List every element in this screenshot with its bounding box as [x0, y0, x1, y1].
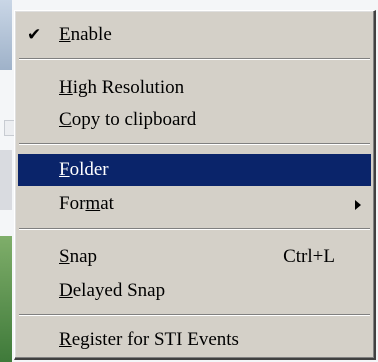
- menu-item-register-for-sti-events[interactable]: Register for STI Events: [18, 324, 371, 356]
- menu-item-label: Snap: [59, 246, 98, 267]
- menu-item-shortcut: Ctrl+L: [283, 246, 335, 267]
- background-wallpaper: [0, 236, 12, 362]
- menu-item-label: Register for STI Events: [59, 329, 239, 350]
- menu-separator: [19, 314, 370, 316]
- menu-item-label: Folder: [59, 159, 109, 180]
- menu-item-copy-to-clipboard[interactable]: Copy to clipboard: [18, 104, 371, 136]
- menu-item-snap[interactable]: Snap Ctrl+L: [18, 241, 371, 273]
- background-window-edge: [0, 150, 12, 210]
- menu-item-high-resolution[interactable]: High Resolution: [18, 72, 371, 104]
- menu-item-folder[interactable]: Folder: [18, 154, 371, 186]
- menu-item-label: High Resolution: [59, 77, 185, 98]
- menu-separator: [19, 143, 370, 145]
- menu-item-label: Copy to clipboard: [59, 109, 197, 130]
- menu-item-label: Format: [59, 193, 114, 214]
- desktop-background: ✔ Enable High Resolution Copy to clipboa…: [0, 0, 378, 362]
- menu-item-label: Delayed Snap: [59, 280, 166, 301]
- context-menu: ✔ Enable High Resolution Copy to clipboa…: [14, 10, 376, 360]
- menu-item-format[interactable]: Format: [18, 188, 371, 220]
- menu-separator: [19, 228, 370, 230]
- submenu-arrow-icon: [355, 200, 361, 210]
- checkmark-icon: ✔: [27, 25, 42, 45]
- menu-separator: [19, 58, 370, 60]
- menu-item-enable[interactable]: ✔ Enable: [18, 19, 371, 51]
- menu-item-delayed-snap[interactable]: Delayed Snap: [18, 275, 371, 307]
- menu-item-label: Enable: [59, 24, 112, 45]
- background-window-edge: [0, 0, 12, 70]
